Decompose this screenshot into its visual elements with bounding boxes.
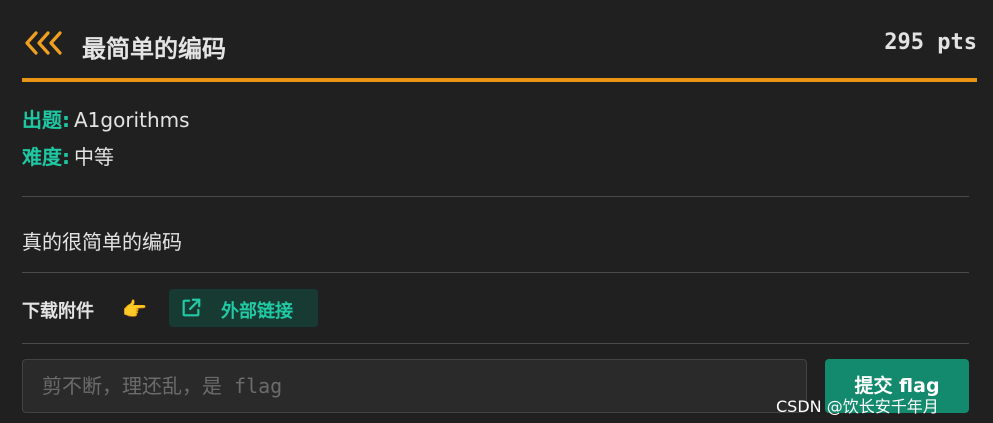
attachments-label: 下载附件 (22, 301, 94, 322)
external-link-label: 外部链接 (221, 301, 293, 322)
external-link-button[interactable]: 外部链接 (169, 289, 318, 327)
challenge-panel: 最简单的编码 295 pts 出题: A1gorithms 难度: 中等 真的很简单… (0, 0, 993, 423)
header-underline (22, 78, 977, 82)
author-row: 出题: A1gorithms (22, 104, 190, 133)
author-label: 出题: (22, 108, 70, 132)
challenge-description: 真的很简单的编码 (22, 230, 182, 254)
divider (22, 343, 969, 344)
triple-chevron-left-icon (25, 31, 62, 55)
difficulty-row: 难度: 中等 (22, 141, 114, 170)
author-value: A1gorithms (74, 108, 190, 132)
external-link-icon (182, 298, 201, 317)
divider (22, 196, 969, 197)
flag-input[interactable] (22, 359, 807, 413)
challenge-title: 最简单的编码 (82, 35, 226, 63)
divider (22, 272, 969, 273)
difficulty-value: 中等 (74, 145, 114, 169)
pointing-hand-icon: 👉 (122, 297, 147, 321)
challenge-points: 295 pts (884, 30, 977, 55)
watermark: CSDN @饮长安千年月 (776, 397, 939, 416)
difficulty-label: 难度: (22, 145, 70, 169)
challenge-header: 最简单的编码 295 pts (22, 22, 977, 78)
